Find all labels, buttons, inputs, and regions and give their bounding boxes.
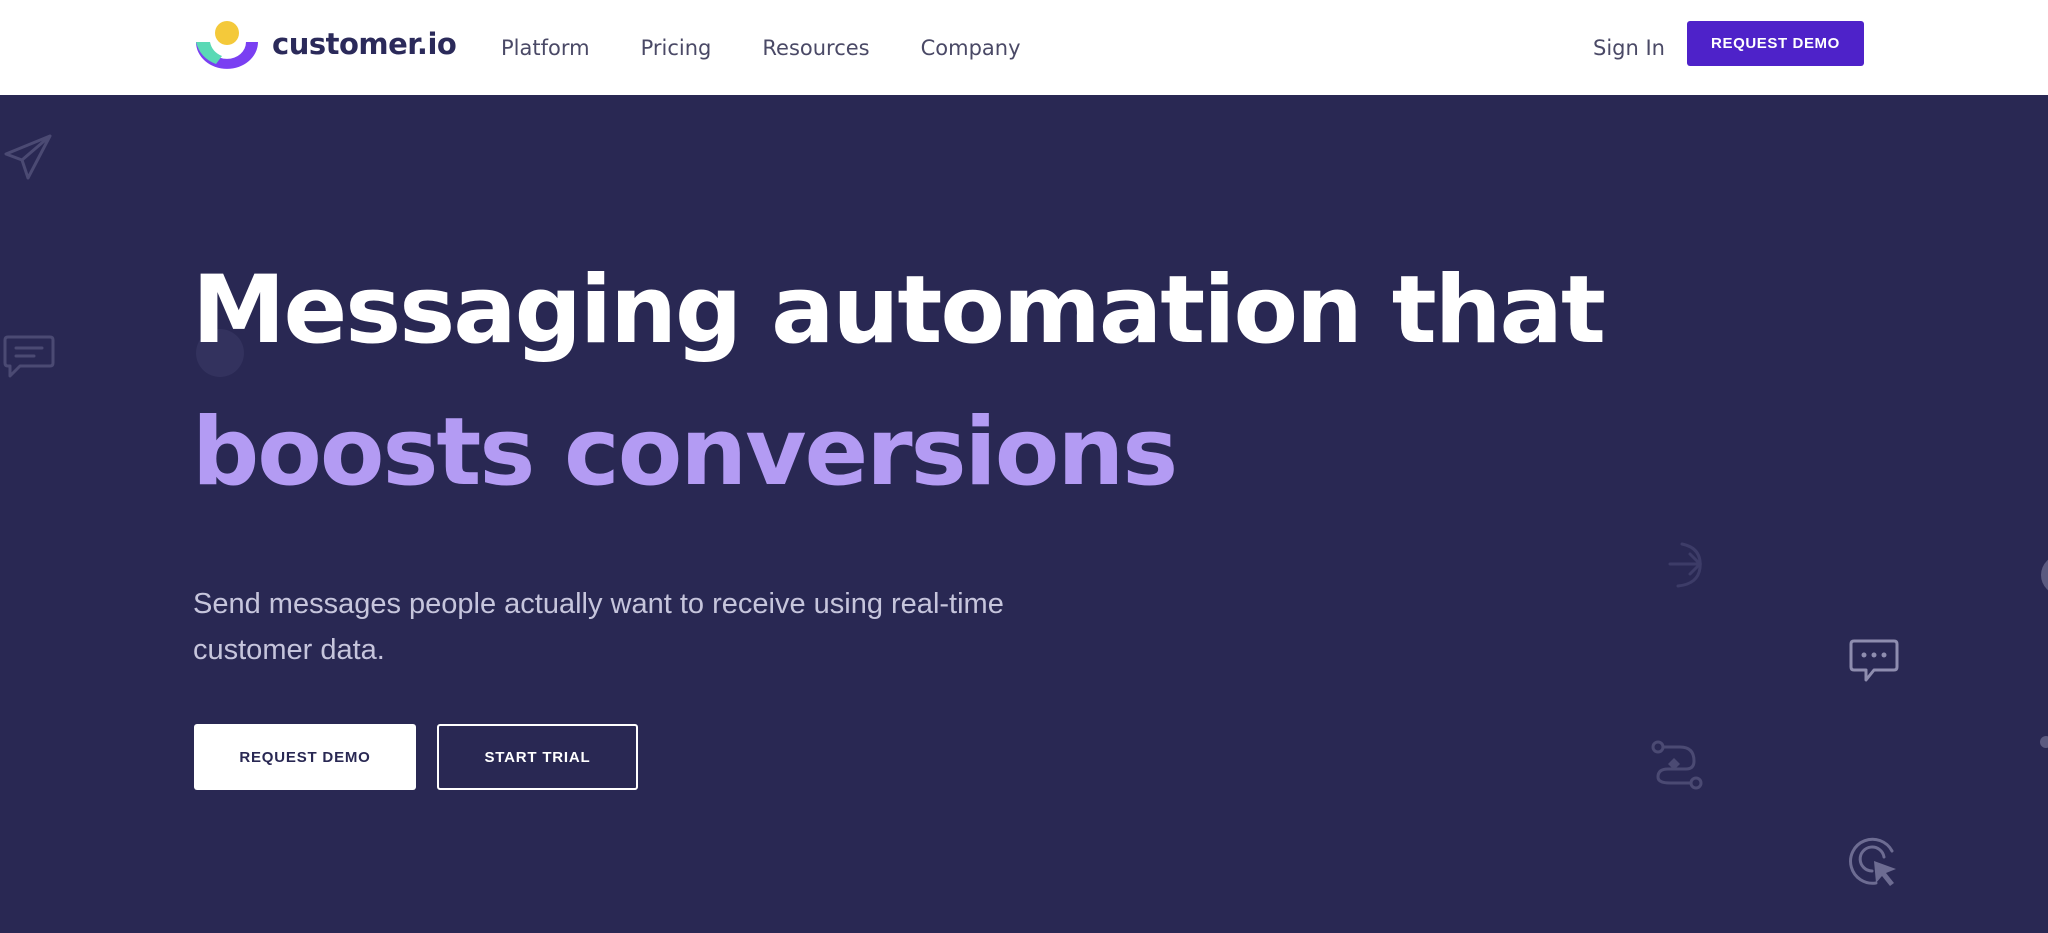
hero-headline: Messaging automation that boosts convers… xyxy=(192,240,1692,524)
hero-subtext: Send messages people actually want to re… xyxy=(193,588,1004,666)
chat-bubble-icon xyxy=(2,333,56,383)
logo-mark-icon xyxy=(192,18,262,70)
edge-circle-icon xyxy=(2039,553,2048,597)
retarget-icon xyxy=(1662,540,1706,590)
edge-dot-icon xyxy=(2039,735,2048,749)
workflow-icon xyxy=(1650,739,1704,791)
nav-link-company[interactable]: Company xyxy=(921,36,1021,60)
paper-plane-icon xyxy=(2,132,54,184)
headline-line-2: boosts conversions xyxy=(192,398,1178,507)
hero-section: Messaging automation that boosts convers… xyxy=(0,95,2048,933)
nav-link-platform[interactable]: Platform xyxy=(501,36,590,60)
nav-link-pricing[interactable]: Pricing xyxy=(641,36,712,60)
sign-in-link[interactable]: Sign In xyxy=(1593,0,1665,95)
nav-link-resources[interactable]: Resources xyxy=(762,36,869,60)
brand-logo[interactable]: customer.io xyxy=(192,18,457,70)
headline-line-1: Messaging automation that xyxy=(192,256,1606,365)
top-navbar: customer.io Platform Pricing Resources C… xyxy=(0,0,2048,95)
hero-request-demo-button[interactable]: REQUEST DEMO xyxy=(194,724,416,790)
nav-request-demo-button[interactable]: REQUEST DEMO xyxy=(1687,21,1864,66)
primary-nav: Platform Pricing Resources Company xyxy=(501,0,1072,95)
hero-start-trial-button[interactable]: START TRIAL xyxy=(437,724,638,790)
brand-name: customer.io xyxy=(272,27,457,61)
typing-bubble-icon xyxy=(1848,638,1900,684)
click-cursor-icon xyxy=(1848,835,1902,889)
